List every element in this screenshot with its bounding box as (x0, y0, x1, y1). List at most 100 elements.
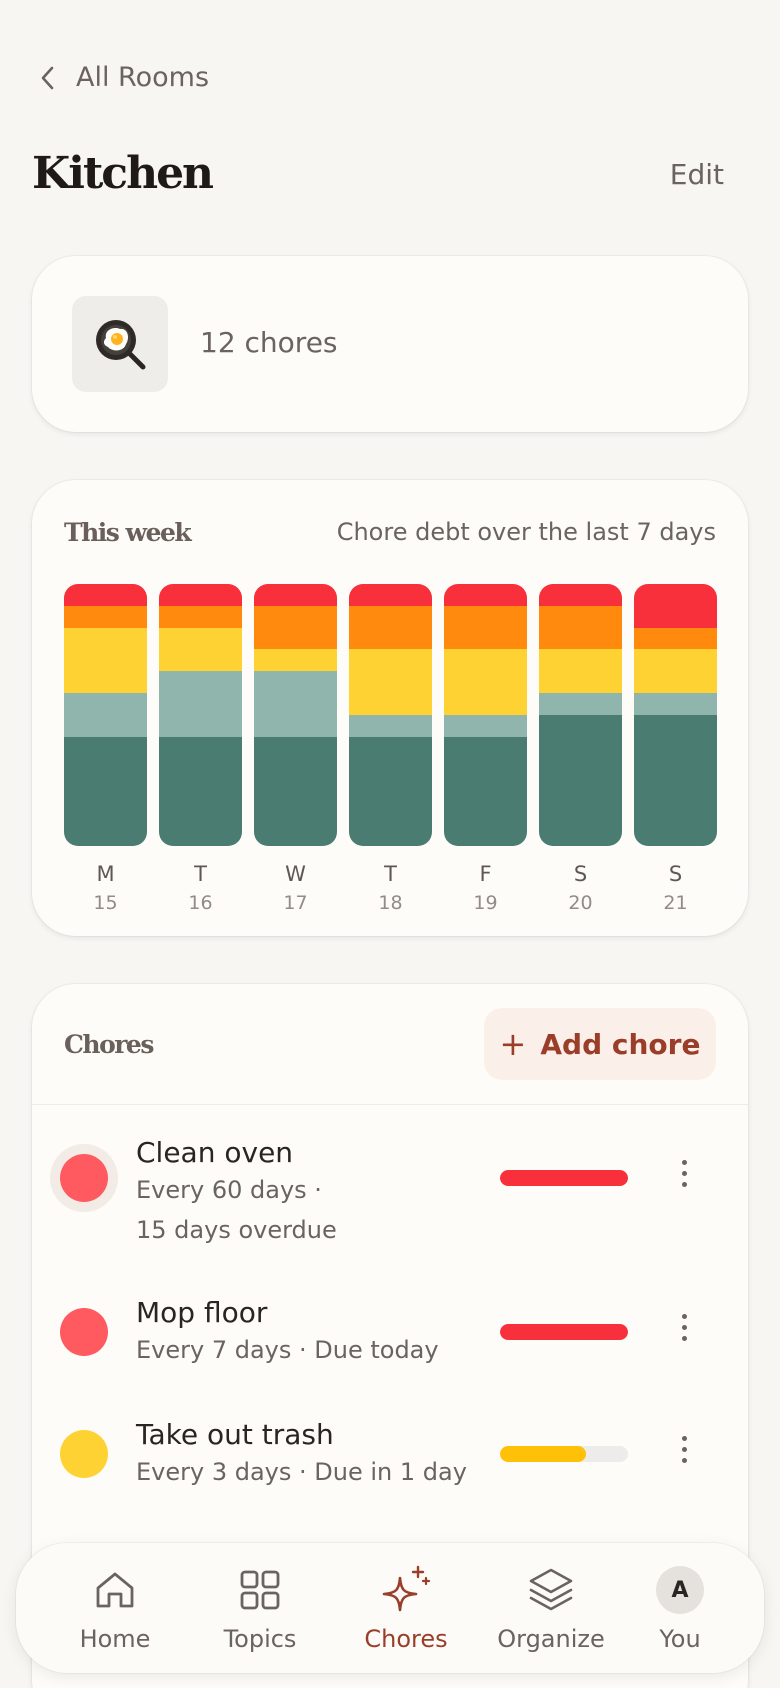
progress-fill (500, 1170, 628, 1186)
bar-segment (539, 649, 622, 694)
bar-stack (159, 584, 242, 846)
bar-segment (159, 605, 242, 628)
day-date-label: 17 (283, 892, 308, 914)
tab-home[interactable]: Home (42, 1563, 188, 1659)
more-options-icon[interactable] (680, 1436, 688, 1463)
chore-item-take-out-trash[interactable]: Take out trash Every 3 days · Due in 1 d… (32, 1416, 748, 1506)
chore-item-mop-floor[interactable]: Mop floor Every 7 days · Due today (32, 1294, 748, 1384)
day-letter-label: T (194, 862, 207, 886)
chores-count: 12 chores (200, 326, 338, 359)
back-button[interactable]: All Rooms (38, 62, 209, 93)
bar-segment (349, 605, 432, 650)
home-icon (93, 1563, 137, 1617)
chore-frequency-due: Every 7 days · Due today (136, 1336, 439, 1364)
bar-segment (539, 714, 622, 846)
add-chore-label: Add chore (540, 1027, 701, 1061)
edit-button[interactable]: Edit (670, 158, 724, 191)
day-date-label: 20 (568, 892, 593, 914)
bar-stack (539, 584, 622, 846)
bar-segment (444, 649, 527, 715)
day-letter-label: M (96, 862, 115, 886)
plus-icon: + (499, 1025, 527, 1063)
bar-segment (349, 584, 432, 606)
bar-segment (64, 605, 147, 628)
bar-segment (349, 714, 432, 737)
day-letter-label: T (384, 862, 397, 886)
fried-egg-pan-icon (72, 296, 168, 392)
bar-segment (254, 671, 337, 737)
chore-item-clean-oven[interactable]: Clean oven Every 60 days · 15 days overd… (32, 1134, 748, 1274)
chore-name: Mop floor (136, 1296, 268, 1329)
sparkle-icon (380, 1563, 432, 1617)
day-letter-label: W (285, 862, 306, 886)
bar-segment (444, 584, 527, 606)
chore-due-status: 15 days overdue (136, 1216, 337, 1244)
day-date-label: 21 (663, 892, 688, 914)
chore-frequency: Every 60 days · (136, 1176, 322, 1204)
tab-label: Organize (497, 1625, 605, 1653)
chevron-left-icon (41, 66, 54, 89)
bar-segment (64, 693, 147, 737)
day-letter-label: F (479, 862, 492, 886)
bar-stack (349, 584, 432, 846)
bar-segment (444, 736, 527, 846)
more-options-icon[interactable] (680, 1314, 688, 1341)
bar-stack (444, 584, 527, 846)
tab-topics[interactable]: Topics (187, 1563, 333, 1659)
bar-segment (539, 693, 622, 715)
tab-label: You (659, 1625, 701, 1653)
chores-section-title: Chores (64, 1030, 154, 1059)
chore-frequency-due: Every 3 days · Due in 1 day (136, 1458, 467, 1486)
avatar: A (656, 1566, 704, 1614)
status-dot (60, 1308, 108, 1356)
back-label: All Rooms (76, 62, 210, 93)
tab-label: Home (79, 1625, 151, 1653)
tab-label: Chores (364, 1625, 448, 1653)
progress-bar (500, 1170, 628, 1186)
tab-label: Topics (223, 1625, 297, 1653)
bar-stack (634, 584, 717, 846)
progress-fill (500, 1324, 628, 1340)
day-date-label: 19 (473, 892, 498, 914)
week-subtitle: Chore debt over the last 7 days (336, 518, 716, 546)
divider (32, 1104, 748, 1105)
bar-segment (64, 627, 147, 694)
bar-segment (349, 649, 432, 715)
bar-segment (159, 736, 242, 846)
bar-segment (634, 714, 717, 846)
bar-segment (254, 584, 337, 606)
bar-segment (64, 584, 147, 606)
bar-segment (254, 736, 337, 846)
week-title: This week (64, 518, 192, 547)
bar-segment (634, 627, 717, 650)
bottom-tab-bar: Home Topics Chores Organize A You (16, 1543, 764, 1673)
bar-segment (539, 584, 622, 606)
status-dot (60, 1154, 108, 1202)
weekly-chart-card: This week Chore debt over the last 7 day… (32, 480, 748, 936)
chore-name: Take out trash (136, 1418, 334, 1451)
bar-segment (159, 627, 242, 672)
add-chore-button[interactable]: + Add chore (484, 1008, 716, 1080)
room-summary-card: 12 chores (32, 256, 748, 432)
bar-segment (634, 693, 717, 715)
tab-chores[interactable]: Chores (333, 1563, 479, 1659)
bar-stack (254, 584, 337, 846)
progress-bar (500, 1324, 628, 1340)
tab-organize[interactable]: Organize (478, 1563, 624, 1659)
bar-segment (444, 605, 527, 650)
progress-bar (500, 1446, 628, 1462)
bar-segment (159, 584, 242, 606)
bar-segment (539, 605, 622, 650)
bar-stack (64, 584, 147, 846)
bar-segment (634, 584, 717, 628)
bar-segment (349, 736, 432, 846)
layers-icon (527, 1563, 575, 1617)
chore-name: Clean oven (136, 1136, 294, 1169)
bar-segment (444, 714, 527, 737)
bar-segment (159, 671, 242, 737)
bar-segment (634, 649, 717, 694)
grid-icon (238, 1563, 282, 1617)
progress-fill (500, 1446, 586, 1462)
more-options-icon[interactable] (680, 1160, 688, 1187)
tab-you[interactable]: A You (607, 1563, 753, 1659)
